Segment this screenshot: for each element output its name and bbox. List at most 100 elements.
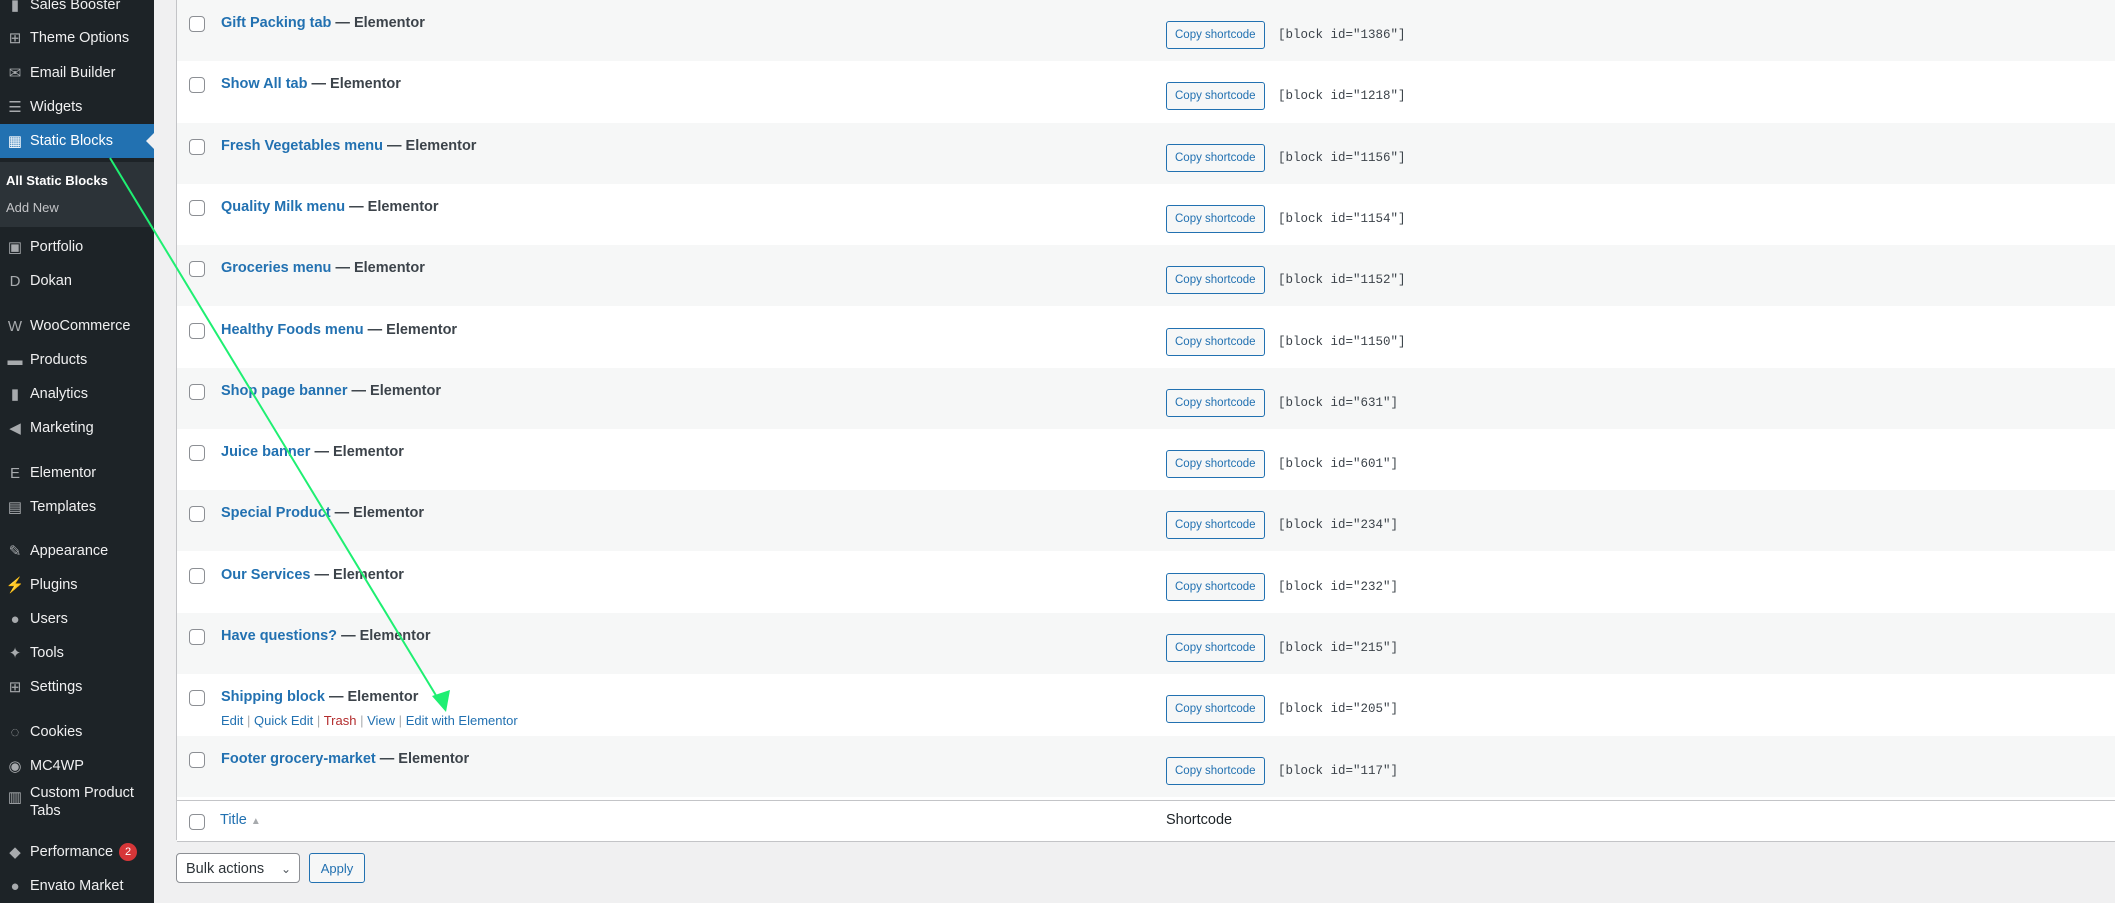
row-post-state: — Elementor [379,750,470,767]
row-checkbox[interactable] [189,322,205,339]
sidebar-item-plugins[interactable]: ⚡ Plugins [0,568,154,602]
row-title-link[interactable]: Special Product [221,505,331,521]
copy-shortcode-button[interactable]: Copy shortcode [1166,327,1265,356]
copy-shortcode-button[interactable]: Copy shortcode [1166,756,1265,785]
row-checkbox[interactable] [189,506,205,523]
row-post-state: — Elementor [314,444,404,461]
bulk-actions-select[interactable]: Bulk actions ⌄ [176,853,300,883]
row-checkbox[interactable] [189,751,205,768]
shortcode-text: [block id="234"] [1278,518,1399,533]
row-title-link[interactable]: Footer grocery-market [221,751,376,767]
copy-shortcode-button[interactable]: Copy shortcode [1166,388,1265,417]
row-post-state: — Elementor [367,321,458,338]
row-checkbox[interactable] [189,690,205,707]
sidebar-item-email-builder[interactable]: ✉ Email Builder [0,56,154,90]
plug-icon: ⚡ [5,577,25,594]
copy-shortcode-button[interactable]: Copy shortcode [1166,204,1265,233]
row-title-link[interactable]: Our Services [221,567,310,583]
row-title: Juice banner — Elementor [221,444,404,460]
row-checkbox[interactable] [189,77,205,94]
shortcode-text: [block id="1154"] [1278,211,1406,226]
sidebar-item-custom-product-tabs[interactable]: ▥ Custom Product Tabs [0,785,154,831]
sidebar-item-elementor[interactable]: E Elementor [0,456,154,490]
sidebar-item-dokan[interactable]: D Dokan [0,264,154,298]
sidebar-item-widgets[interactable]: ☰ Widgets [0,90,154,124]
table-icon: ▦ [7,133,23,150]
row-title-link[interactable]: Shipping block [221,689,325,705]
copy-shortcode-button[interactable]: Copy shortcode [1166,634,1265,662]
sidebar-item-marketing[interactable]: ◀ Marketing [0,411,154,445]
row-title-link[interactable]: Have questions? [221,628,337,644]
row-title-link[interactable]: Juice banner [221,444,310,460]
shortcode-text: [block id="215"] [1278,641,1399,655]
table-row: Have questions? — Elementor Copy shortco… [177,613,2115,674]
submenu-item-all-static-blocks[interactable]: All Static Blocks [6,173,108,188]
chevron-down-icon: ⌄ [280,862,291,876]
row-checkbox[interactable] [189,445,205,462]
edit-link[interactable]: Edit [221,713,243,728]
sidebar-item-label: Users [30,611,68,627]
row-title-link[interactable]: Gift Packing tab [221,15,331,31]
row-title: Shipping block — Elementor [221,689,418,705]
edit-with-elementor-link[interactable]: Edit with Elementor [406,713,518,728]
row-checkbox[interactable] [189,383,205,400]
row-title: Gift Packing tab — Elementor [221,15,425,31]
row-post-state: — Elementor [387,137,477,154]
sidebar-item-users[interactable]: ● Users [0,602,154,636]
row-checkbox[interactable] [189,261,205,278]
row-post-state: — Elementor [335,15,425,31]
trash-link[interactable]: Trash [324,713,357,728]
row-title-link[interactable]: Quality Milk menu [221,199,345,215]
row-title-link[interactable]: Shop page banner [221,383,348,399]
shortcode-text: [block id="1218"] [1278,89,1406,104]
apply-button[interactable]: Apply [309,853,365,883]
copy-shortcode-button[interactable]: Copy shortcode [1166,82,1265,111]
row-title-link[interactable]: Groceries menu [221,260,331,276]
sidebar-item-tools[interactable]: ✦ Tools [0,636,154,670]
sidebar-item-sales-booster[interactable]: ▮ Sales Booster [0,0,154,22]
copy-shortcode-button[interactable]: Copy shortcode [1166,572,1265,601]
sidebar-item-theme-options[interactable]: ⊞ Theme Options [0,21,154,55]
row-checkbox[interactable] [189,199,205,216]
title-column-header[interactable]: Title ▲︎ [220,812,261,828]
row-title-link[interactable]: Show All tab [221,76,307,92]
sidebar-item-label: Custom Product Tabs [30,785,134,819]
row-title: Show All tab — Elementor [221,76,401,92]
sidebar-item-static-blocks[interactable]: ▦ Static Blocks [0,124,154,158]
row-title-link[interactable]: Fresh Vegetables menu [221,138,383,154]
sidebar-item-woocommerce[interactable]: W WooCommerce [0,309,154,343]
row-post-state: — Elementor [328,689,419,706]
sidebar-item-settings[interactable]: ⊞ Settings [0,670,154,704]
sidebar-item-cookies[interactable]: ◌ Cookies [0,715,154,749]
copy-shortcode-button[interactable]: Copy shortcode [1166,143,1265,172]
sidebar-item-appearance[interactable]: ✎ Appearance [0,534,154,568]
row-checkbox[interactable] [189,138,205,155]
table-row: Quality Milk menu — Elementor Copy short… [177,184,2115,245]
copy-shortcode-button[interactable]: Copy shortcode [1166,511,1265,540]
quick-edit-link[interactable]: Quick Edit [254,713,313,728]
select-all-checkbox[interactable] [189,814,205,830]
submenu-item-add-new[interactable]: Add New [6,200,59,215]
sort-icon: ▲︎ [250,816,261,827]
sidebar-item-performance[interactable]: ◆ Performance 2 [0,835,154,869]
table-row: Shipping block — Elementor Copy shortcod… [177,674,2115,735]
sidebar-item-templates[interactable]: ▤ Templates [0,490,154,524]
copy-shortcode-button[interactable]: Copy shortcode [1166,21,1265,49]
row-checkbox[interactable] [189,629,205,645]
table-row: Fresh Vegetables menu — Elementor Copy s… [177,122,2115,184]
sliders-icon: ⊞ [8,30,22,47]
sidebar-item-portfolio[interactable]: ▣ Portfolio [0,230,154,264]
row-title: Footer grocery-market — Elementor [221,751,469,767]
row-title-link[interactable]: Healthy Foods menu [221,322,364,338]
sidebar-item-mc4wp[interactable]: ◉ MC4WP [0,749,154,783]
copy-shortcode-button[interactable]: Copy shortcode [1166,695,1265,724]
copy-shortcode-button[interactable]: Copy shortcode [1166,266,1265,295]
sidebar-item-analytics[interactable]: ▮ Analytics [0,377,154,411]
row-checkbox[interactable] [189,16,205,32]
copy-shortcode-button[interactable]: Copy shortcode [1166,450,1265,479]
row-checkbox[interactable] [189,567,205,584]
row-title: Fresh Vegetables menu — Elementor [221,138,476,154]
sidebar-item-products[interactable]: ▬ Products [0,343,154,377]
sidebar-item-envato-market[interactable]: ● Envato Market [0,869,154,903]
view-link[interactable]: View [367,713,395,728]
